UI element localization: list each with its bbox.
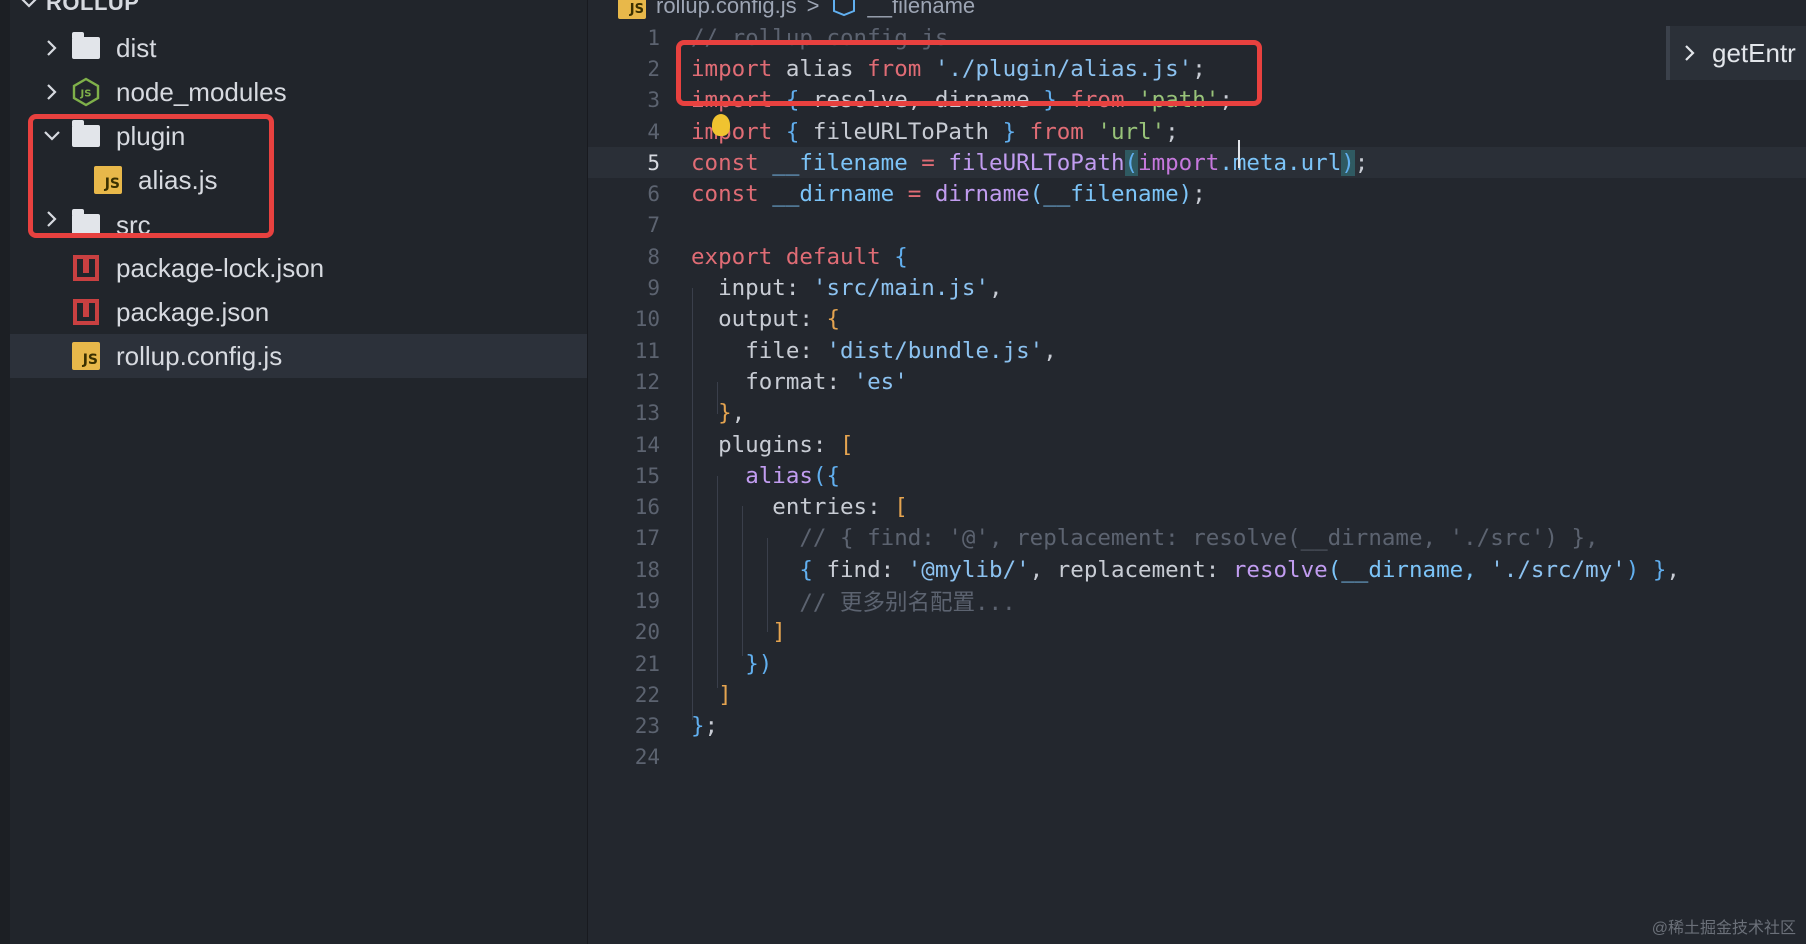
tree-item-alias-js[interactable]: JS alias.js [10, 158, 587, 202]
tree-item-package-json[interactable]: package.json [10, 290, 587, 334]
code-line: 13 }, [634, 400, 746, 427]
file-explorer: ROLLUP dist JS node_modules plugin JS al… [0, 0, 588, 944]
code-line: 3 import { resolve, dirname } from 'path'… [647, 87, 1233, 114]
chevron-right-icon [36, 83, 68, 101]
breadcrumb-symbol[interactable]: __filename [868, 0, 976, 19]
code-line: 7 [647, 213, 660, 238]
code-line-active: 5 const __filename = fileURLToPath(import… [588, 147, 1806, 179]
npm-icon [68, 297, 104, 327]
folder-icon [68, 32, 104, 63]
tree-item-src[interactable]: src [10, 202, 587, 236]
breadcrumb-file[interactable]: rollup.config.js [656, 0, 797, 19]
code-line: 20 ] [634, 619, 786, 646]
code-line: 24 [634, 745, 660, 770]
tree-item-label: alias.js [138, 164, 218, 195]
tree-item-label: package.json [116, 296, 270, 327]
code-line: 16 entries: [ [634, 494, 908, 521]
tree-item-label: rollup.config.js [116, 340, 283, 371]
code-line: 19 // 更多别名配置... [634, 588, 1016, 616]
tree-item-label: plugin [116, 120, 186, 151]
chevron-down-icon [36, 130, 68, 142]
npm-icon [68, 253, 104, 283]
code-line: 15 alias({ [634, 462, 841, 489]
breadcrumb: JS rollup.config.js > __filename [618, 0, 975, 24]
chevron-right-icon [36, 39, 68, 57]
code-line: 22 ] [634, 681, 732, 708]
chevron-right-icon [36, 210, 68, 228]
tree-item-label: package-lock.json [116, 252, 325, 283]
breadcrumb-separator: > [806, 0, 820, 18]
code-area[interactable]: 1// rollup.config.js 2 import alias from … [588, 22, 1806, 773]
code-line: 18 { find: '@mylib/', replacement: resol… [634, 556, 1680, 583]
symbol-variable-icon [832, 0, 855, 17]
js-file-icon: JS [618, 0, 646, 19]
root-folder-label: ROLLUP [46, 0, 140, 15]
js-file-icon: JS [68, 341, 104, 371]
js-file-icon: JS [90, 165, 126, 195]
svg-text:JS: JS [80, 89, 92, 100]
code-editor[interactable]: JS rollup.config.js > __filename getEntr… [588, 0, 1806, 944]
explorer-root-folder[interactable]: ROLLUP [20, 0, 139, 18]
folder-open-icon [68, 120, 104, 151]
text-cursor [1238, 140, 1240, 168]
tree-item-dist[interactable]: dist [10, 26, 587, 70]
tree-item-node-modules[interactable]: JS node_modules [10, 70, 587, 114]
tree-item-rollup-config-js[interactable]: JS rollup.config.js [10, 334, 587, 378]
code-line: 2 import alias from './plugin/alias.js'; [647, 55, 1206, 82]
code-line: 4 import { fileURLToPath } from 'url'; [647, 118, 1179, 145]
tree-item-plugin[interactable]: plugin [10, 114, 587, 158]
code-line: 14 plugins: [ [634, 431, 854, 458]
watermark: @稀土掘金技术社区 [1651, 920, 1796, 937]
code-line: 6 const __dirname = dirname(__filename); [647, 181, 1206, 208]
nodejs-icon: JS [68, 77, 104, 107]
code-line: 17 // { find: '@', replacement: resolve(… [634, 525, 1599, 552]
code-line: 8 export default { [647, 243, 908, 270]
code-line: 1// rollup.config.js [647, 24, 949, 51]
code-line: 12 format: 'es' [634, 368, 908, 395]
tree-item-label: dist [116, 32, 157, 63]
code-line: 9 input: 'src/main.js', [647, 275, 1003, 302]
code-line: 21 }) [634, 650, 773, 677]
tree-item-package-lock-json[interactable]: package-lock.json [10, 246, 587, 290]
code-line: 11 file: 'dist/bundle.js', [634, 337, 1057, 364]
code-line: 10 output: { [634, 306, 841, 333]
activity-gutter [0, 0, 10, 944]
tree-item-label: src [116, 210, 151, 236]
code-line: 23}; [634, 713, 719, 740]
ide-window: ROLLUP dist JS node_modules plugin JS al… [0, 0, 1806, 944]
tree-item-label: node_modules [116, 76, 287, 107]
chevron-down-icon [21, 0, 37, 8]
folder-icon [68, 209, 104, 236]
lightbulb-icon[interactable] [712, 114, 730, 136]
